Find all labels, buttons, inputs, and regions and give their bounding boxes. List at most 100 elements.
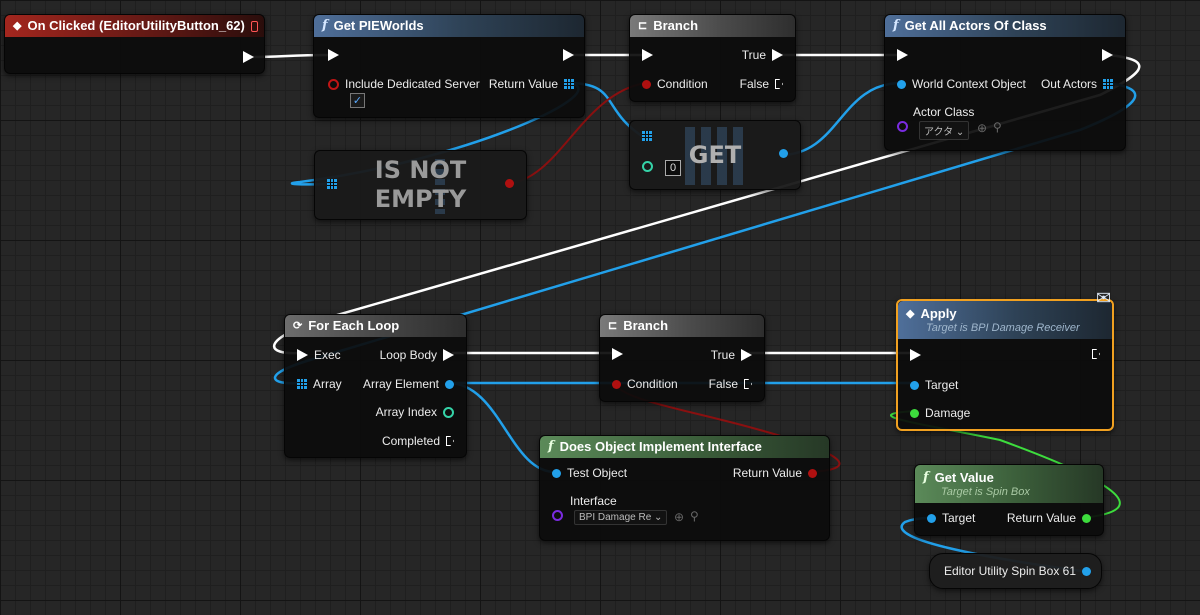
array-label: Array bbox=[313, 377, 342, 391]
chevron-down-icon: ⌄ bbox=[654, 512, 663, 523]
array-element-pin[interactable]: Array Element bbox=[363, 377, 454, 391]
interface-pin[interactable] bbox=[552, 510, 563, 521]
apply-message-node[interactable]: ◆ Apply Target is BPI Damage Receiver Ta… bbox=[896, 299, 1114, 431]
false-label: False bbox=[739, 77, 769, 91]
actor-class-dropdown[interactable]: アクタ ⌄ bbox=[919, 121, 970, 140]
use-selected-icon[interactable]: ⊕ bbox=[674, 510, 684, 524]
spin-box-reference-node[interactable]: Editor Utility Spin Box 61 bbox=[929, 553, 1102, 589]
object-pin-icon bbox=[910, 380, 919, 390]
array-index-label: Array Index bbox=[375, 405, 437, 419]
get-array-node[interactable]: GET 0 bbox=[629, 120, 801, 190]
get-pie-worlds-exec-out-pin[interactable] bbox=[563, 49, 574, 61]
search-icon[interactable]: ⚲ bbox=[690, 509, 699, 523]
apply-header: ◆ Apply Target is BPI Damage Receiver bbox=[898, 301, 1112, 339]
condition-label: Condition bbox=[627, 377, 678, 391]
get-all-actors-title: Get All Actors Of Class bbox=[904, 18, 1047, 33]
object-pin-icon bbox=[1082, 566, 1091, 576]
class-pin-icon bbox=[552, 510, 563, 521]
get-index-input[interactable]: 0 bbox=[665, 160, 681, 176]
get-text: GET bbox=[688, 141, 742, 169]
object-pin-icon bbox=[897, 79, 906, 89]
loop-body-pin[interactable]: Loop Body bbox=[380, 348, 454, 362]
exec-in-icon bbox=[897, 49, 908, 61]
array-pin-icon bbox=[564, 79, 574, 89]
is-not-empty-bool-out-pin[interactable] bbox=[505, 179, 514, 188]
for-each-exec-pin[interactable]: Exec bbox=[297, 348, 341, 362]
get-all-actors-header: f Get All Actors Of Class bbox=[885, 15, 1125, 37]
return-value-label: Return Value bbox=[488, 77, 558, 91]
interface-dropdown[interactable]: BPI Damage Re ⌄ bbox=[574, 510, 668, 525]
branch-top-exec-in-pin[interactable] bbox=[642, 49, 653, 61]
condition-label: Condition bbox=[657, 77, 708, 91]
for-each-array-pin[interactable]: Array bbox=[297, 377, 342, 391]
apply-target-pin[interactable]: Target bbox=[910, 378, 958, 392]
apply-title: Apply bbox=[920, 306, 957, 321]
apply-damage-pin[interactable]: Damage bbox=[910, 406, 970, 420]
get-pie-worlds-exec-in-pin[interactable] bbox=[328, 49, 339, 61]
branch-icon: ⊏ bbox=[608, 320, 618, 332]
spin-box-label: Editor Utility Spin Box 61 bbox=[943, 564, 1076, 578]
get-pie-worlds-return-pin[interactable]: Return Value bbox=[489, 77, 574, 91]
use-selected-icon[interactable]: ⊕ bbox=[977, 121, 987, 135]
exec-out-icon bbox=[243, 51, 254, 63]
array-index-pin[interactable]: Array Index bbox=[376, 405, 454, 419]
branch-top-true-pin[interactable]: True bbox=[742, 48, 783, 62]
spin-box-out-pin[interactable]: Editor Utility Spin Box 61 bbox=[944, 564, 1091, 578]
completed-pin[interactable]: Completed bbox=[382, 434, 454, 448]
does-object-implement-interface-node[interactable]: f Does Object Implement Interface Test O… bbox=[539, 435, 830, 541]
branch-bottom-exec-in-pin[interactable] bbox=[612, 348, 623, 360]
is-not-empty-array-in-pin[interactable] bbox=[327, 179, 337, 189]
apply-exec-in-pin[interactable] bbox=[910, 349, 921, 361]
get-all-actors-exec-in-pin[interactable] bbox=[897, 49, 908, 61]
branch-bottom-true-pin[interactable]: True bbox=[711, 348, 752, 362]
test-object-pin[interactable]: Test Object bbox=[552, 466, 627, 480]
branch-bottom-node[interactable]: ⊏ Branch True Condition False bbox=[599, 314, 765, 402]
function-icon: f bbox=[322, 18, 328, 33]
get-index-pin[interactable] bbox=[642, 161, 653, 172]
exec-out-icon bbox=[443, 349, 454, 361]
include-dedicated-server-checkbox[interactable]: ✓ bbox=[350, 93, 365, 108]
include-dedicated-server-label: Include Dedicated Server bbox=[345, 77, 480, 91]
does-implement-return-pin[interactable]: Return Value bbox=[733, 466, 817, 480]
world-context-object-pin[interactable]: World Context Object bbox=[897, 77, 1026, 91]
actor-class-pin[interactable] bbox=[897, 121, 908, 132]
get-value-target-pin[interactable]: Target bbox=[927, 511, 975, 525]
is-not-empty-node[interactable]: IS NOT EMPTY bbox=[314, 150, 527, 220]
get-all-actors-exec-out-pin[interactable] bbox=[1102, 49, 1113, 61]
float-pin-icon bbox=[1082, 513, 1091, 523]
array-pin-icon bbox=[1103, 79, 1113, 89]
search-icon[interactable]: ⚲ bbox=[993, 120, 1002, 134]
branch-bottom-title: Branch bbox=[623, 318, 669, 333]
exec-out-icon bbox=[741, 349, 752, 361]
get-element-out-pin[interactable] bbox=[779, 149, 788, 158]
get-all-actors-node[interactable]: f Get All Actors Of Class World Context … bbox=[884, 14, 1126, 151]
out-actors-pin[interactable]: Out Actors bbox=[1041, 77, 1113, 91]
get-value-header: f Get Value Target is Spin Box bbox=[915, 465, 1103, 503]
branch-top-condition-pin[interactable]: Condition bbox=[642, 77, 708, 91]
envelope-icon: ✉ bbox=[1096, 288, 1112, 308]
exec-out-icon bbox=[772, 49, 783, 61]
exec-in-icon bbox=[910, 349, 921, 361]
on-clicked-title: On Clicked (EditorUtilityButton_62) bbox=[27, 18, 245, 33]
include-dedicated-server-pin[interactable]: Include Dedicated Server bbox=[328, 77, 480, 91]
get-value-node[interactable]: f Get Value Target is Spin Box Target Re… bbox=[914, 464, 1104, 536]
get-value-title: Get Value bbox=[934, 470, 994, 485]
return-value-label: Return Value bbox=[732, 466, 802, 480]
get-value-return-pin[interactable]: Return Value bbox=[1007, 511, 1091, 525]
function-icon: f bbox=[923, 470, 929, 485]
on-clicked-event-node[interactable]: ◆ On Clicked (EditorUtilityButton_62) bbox=[4, 14, 265, 74]
branch-bottom-false-pin[interactable]: False bbox=[709, 377, 752, 391]
float-pin-icon bbox=[910, 408, 919, 418]
world-context-label: World Context Object bbox=[912, 77, 1026, 91]
for-each-loop-node[interactable]: ⟳ For Each Loop Exec Loop Body Array Arr… bbox=[284, 314, 467, 458]
branch-top-node[interactable]: ⊏ Branch True Condition False bbox=[629, 14, 796, 102]
target-label: Target bbox=[925, 378, 959, 392]
branch-bottom-condition-pin[interactable]: Condition bbox=[612, 377, 678, 391]
apply-exec-out-pin[interactable] bbox=[1092, 349, 1100, 359]
branch-top-false-pin[interactable]: False bbox=[740, 77, 783, 91]
get-array-in-pin[interactable] bbox=[642, 131, 652, 141]
on-clicked-exec-out-pin[interactable] bbox=[243, 51, 254, 63]
array-pin-icon bbox=[297, 379, 307, 389]
get-pie-worlds-node[interactable]: f Get PIEWorlds Include Dedicated Server… bbox=[313, 14, 585, 118]
bool-pin-icon bbox=[328, 78, 339, 90]
